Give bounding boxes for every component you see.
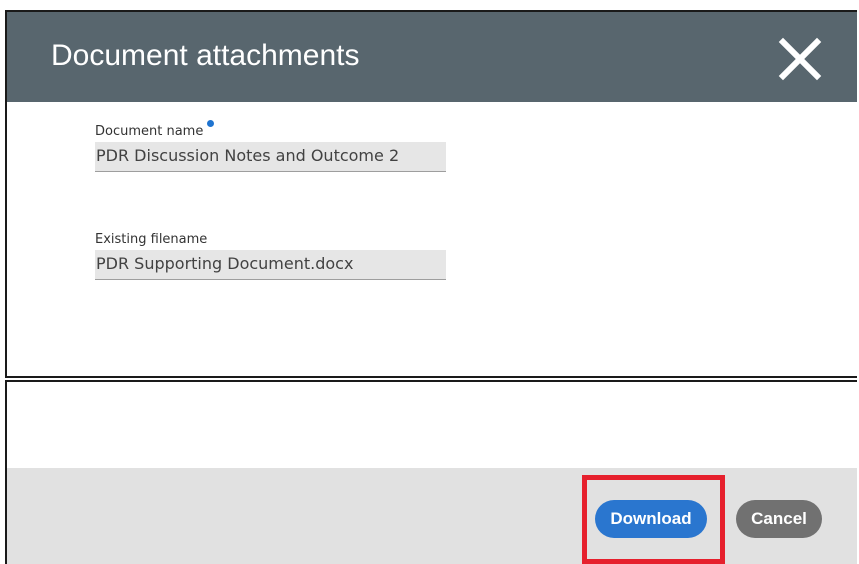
- required-indicator: [207, 120, 215, 127]
- document-name-field: Document name PDR Discussion Notes and O…: [95, 120, 446, 172]
- dialog-title: Document attachments: [51, 39, 360, 72]
- existing-filename-label: Existing filename: [95, 232, 208, 247]
- document-name-label-text: Document name: [95, 124, 204, 139]
- attachment-dialog: Document attachments Document name PDR D…: [5, 10, 857, 378]
- cancel-button[interactable]: Cancel: [736, 500, 822, 538]
- close-button[interactable]: [777, 36, 823, 82]
- close-icon: [778, 37, 822, 81]
- existing-filename-field: Existing filename PDR Supporting Documen…: [95, 232, 446, 280]
- dialog-header: Document attachments: [7, 12, 857, 102]
- screen: Document attachments Document name PDR D…: [0, 0, 859, 564]
- dialog-footer: [7, 468, 857, 564]
- document-name-label: Document name: [95, 120, 446, 140]
- dialog-footer-panel: Download Cancel: [5, 380, 857, 564]
- document-name-input[interactable]: PDR Discussion Notes and Outcome 2: [95, 142, 446, 172]
- download-button[interactable]: Download: [595, 500, 707, 538]
- existing-filename-value: PDR Supporting Document.docx: [95, 250, 446, 280]
